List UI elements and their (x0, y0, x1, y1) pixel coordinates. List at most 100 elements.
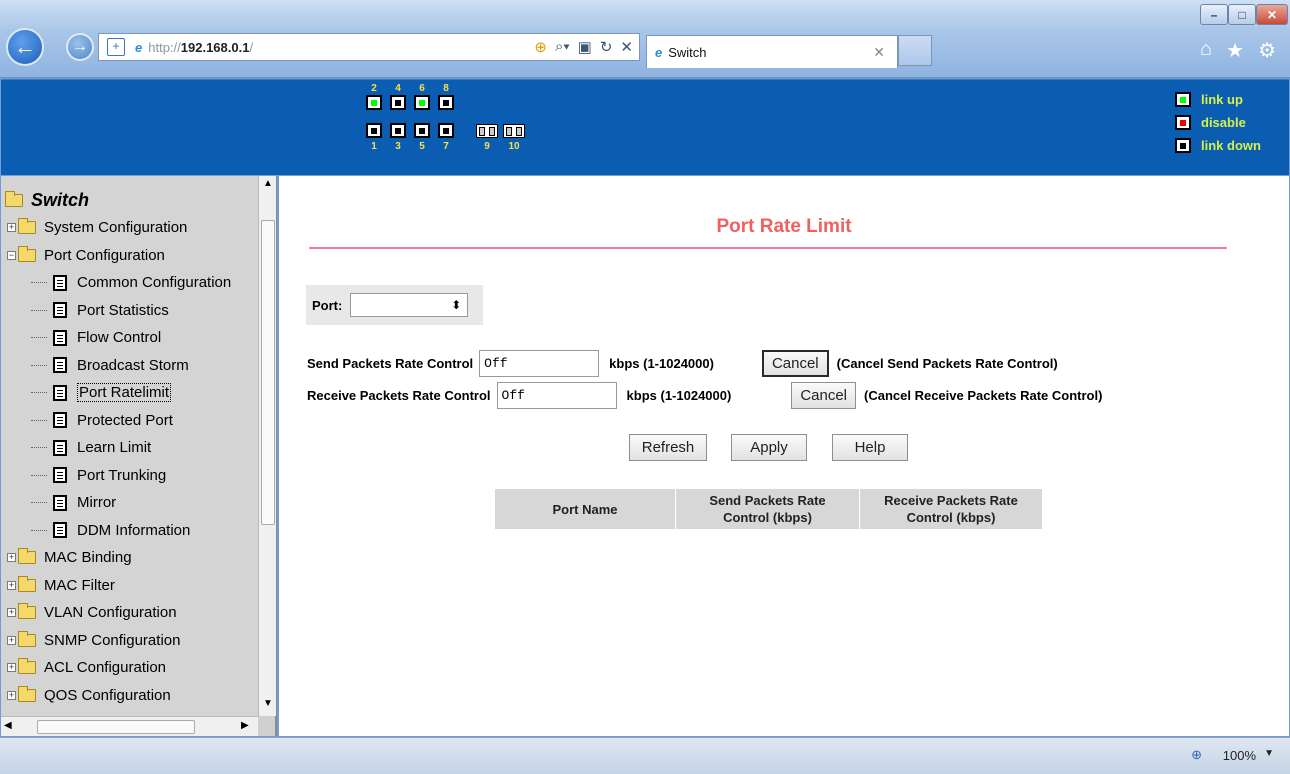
expand-icon[interactable]: + (7, 690, 16, 700)
hscroll-thumb[interactable] (37, 720, 195, 734)
tree-item-mac-binding[interactable]: + MAC Binding (7, 544, 132, 571)
new-tab-button[interactable] (898, 35, 932, 66)
stop-icon[interactable]: ✕ (620, 38, 633, 56)
tab-close-icon[interactable]: ✕ (873, 44, 885, 61)
tree-item-label: System Configuration (44, 219, 188, 236)
page-icon (53, 439, 67, 456)
receive-rate-row: Receive Packets Rate Control kbps (1-102… (307, 382, 1102, 409)
url-host: 192.168.0.1 (180, 39, 250, 55)
tree-item-port-statistics[interactable]: Port Statistics (31, 297, 169, 324)
tree-item-common-configuration[interactable]: Common Configuration (31, 269, 231, 296)
page-icon (53, 412, 67, 428)
tree-item-system-configuration[interactable]: + System Configuration (7, 214, 187, 241)
page-icon (53, 329, 67, 346)
compat-view-icon[interactable]: ▣ (578, 38, 592, 56)
expand-icon[interactable]: + (7, 608, 16, 617)
col-port-name: Port Name (494, 488, 676, 530)
port-5-icon[interactable] (414, 123, 430, 138)
folder-icon (18, 630, 36, 647)
scroll-up-icon[interactable]: ▲ (263, 178, 273, 189)
expand-icon[interactable]: + (7, 663, 16, 672)
port-number-label: 7 (443, 141, 449, 152)
tree-item-port-ratelimit[interactable]: Port Ratelimit (31, 379, 172, 406)
tree-item-label: Port Trunking (77, 466, 167, 484)
tree-item-mac-filter[interactable]: + MAC Filter (7, 572, 115, 599)
tree-item-mirror[interactable]: Mirror (31, 489, 116, 516)
expand-icon[interactable]: + (7, 553, 16, 562)
favorites-star-icon[interactable]: ★ (1226, 38, 1244, 63)
tree-item-label: DDM Information (77, 521, 191, 539)
page-icon (53, 357, 67, 373)
tree-item-label: Learn Limit (77, 439, 152, 456)
tree-item-learn-limit[interactable]: Learn Limit (31, 434, 151, 461)
fiber-port-10-icon[interactable] (503, 124, 525, 138)
gear-icon[interactable]: ⚙ (1258, 38, 1276, 63)
tree-vertical-scrollbar[interactable]: ▲ ▼ (258, 176, 276, 716)
refresh-button[interactable]: Refresh (629, 434, 707, 461)
send-cancel-button[interactable]: Cancel (761, 350, 829, 377)
zoom-level[interactable]: 100% (1223, 748, 1256, 763)
tree-item-label: Protected Port (77, 411, 173, 429)
tab-switch[interactable]: e Switch ✕ (646, 35, 898, 68)
address-bar[interactable]: + e http:// 192.168.0.1 / ⊕ ⌕▾ ▣ ↻ ✕ (98, 33, 640, 61)
scroll-thumb[interactable] (261, 220, 275, 525)
port-2-icon[interactable] (366, 95, 382, 110)
port-7-icon[interactable] (438, 123, 454, 138)
port-4-icon[interactable] (390, 95, 406, 110)
scroll-left-icon[interactable]: ◀ (4, 720, 12, 731)
minimize-button[interactable]: – (1200, 4, 1228, 25)
send-rate-input[interactable] (479, 350, 600, 377)
compat-icon[interactable]: + (107, 38, 125, 56)
tree-item-ddm-information[interactable]: DDM Information (31, 517, 190, 544)
fiber-port-9-icon[interactable] (476, 124, 498, 138)
tree-horizontal-scrollbar[interactable]: ◀ ▶ (1, 716, 258, 736)
collapse-icon[interactable]: − (7, 250, 16, 260)
browser-toolbar: – □ ✕ ← → + e http:// 192.168.0.1 / ⊕ ⌕▾… (0, 0, 1290, 78)
page-icon (53, 467, 67, 483)
open-folder-icon (5, 191, 23, 207)
tree-connector (31, 502, 47, 503)
tree-item-port-trunking[interactable]: Port Trunking (31, 462, 166, 489)
receive-cancel-button[interactable]: Cancel (791, 382, 857, 409)
tree-item-flow-control[interactable]: Flow Control (31, 324, 161, 351)
home-icon[interactable]: ⌂ (1200, 38, 1212, 63)
refresh-icon[interactable]: ↻ (600, 38, 613, 56)
tree-item-acl-configuration[interactable]: + ACL Configuration (7, 654, 166, 681)
tree-item-protected-port[interactable]: Protected Port (31, 407, 173, 434)
add-site-icon[interactable]: ⊕ (534, 38, 547, 56)
expand-icon[interactable]: + (7, 223, 16, 232)
tree-item-snmp-configuration[interactable]: + SNMP Configuration (7, 627, 180, 654)
maximize-button[interactable]: □ (1228, 4, 1256, 25)
page-icon (53, 522, 67, 538)
port-1-icon[interactable] (366, 123, 382, 138)
tree-item-vlan-configuration[interactable]: + VLAN Configuration (7, 599, 177, 626)
apply-button[interactable]: Apply (731, 434, 807, 461)
scroll-down-icon[interactable]: ▼ (263, 698, 273, 709)
tree-root[interactable]: Switch (5, 187, 89, 214)
zoom-dropdown-icon[interactable]: ▼ (1264, 748, 1274, 759)
tree-item-broadcast-storm[interactable]: Broadcast Storm (31, 352, 189, 379)
port-8-icon[interactable] (438, 95, 454, 110)
forward-button[interactable]: → (66, 33, 94, 61)
back-button[interactable]: ← (6, 28, 44, 66)
send-rate-row: Send Packets Rate Control kbps (1-102400… (307, 350, 1058, 377)
port-number-label: 6 (419, 83, 425, 94)
expand-icon[interactable]: + (7, 580, 16, 590)
port-number-label: 4 (395, 83, 401, 94)
legend-link-down-label: link down (1201, 138, 1261, 153)
close-window-button[interactable]: ✕ (1256, 4, 1288, 25)
receive-rate-input[interactable] (496, 382, 617, 409)
port-6-icon[interactable] (414, 95, 430, 110)
expand-icon[interactable]: + (7, 635, 16, 645)
port-number-label: 5 (419, 141, 425, 152)
scroll-right-icon[interactable]: ▶ (241, 720, 249, 731)
select-spinner-icon: ⬍ (451, 298, 462, 312)
port-select[interactable]: ⬍ (350, 293, 469, 317)
help-button[interactable]: Help (832, 434, 908, 461)
search-icon[interactable]: ⌕▾ (555, 38, 570, 56)
tree-item-label: MAC Binding (44, 549, 132, 566)
port-3-icon[interactable] (390, 123, 406, 138)
tree-item-port-configuration[interactable]: − Port Configuration (7, 242, 165, 269)
col-send-rate-line2: Control (kbps) (723, 510, 812, 525)
tree-item-qos-configuration[interactable]: + QOS Configuration (7, 682, 171, 709)
